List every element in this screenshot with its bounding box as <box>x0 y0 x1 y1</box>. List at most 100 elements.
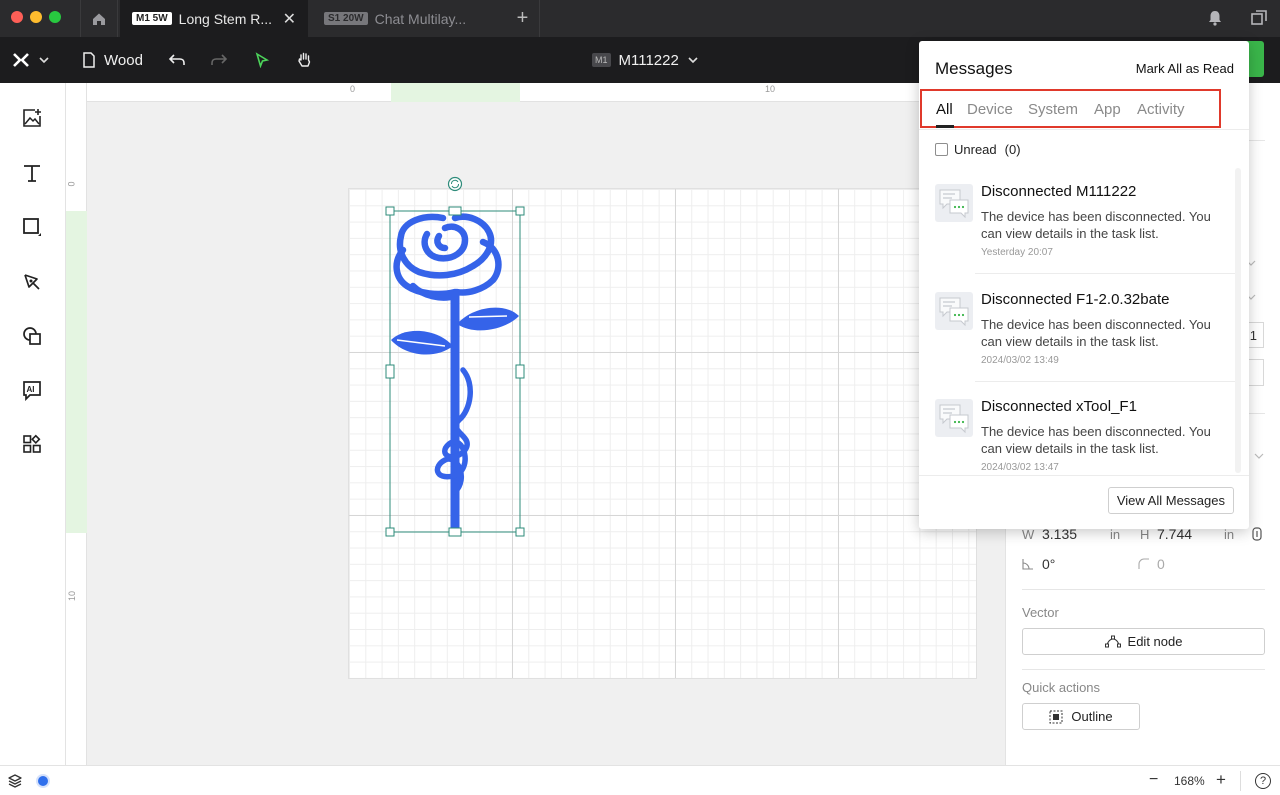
view-all-messages-button[interactable]: View All Messages <box>1107 487 1234 514</box>
message-divider <box>975 381 1235 382</box>
shapes-icon <box>23 327 41 345</box>
undo-button[interactable] <box>168 37 186 83</box>
redo-icon <box>211 54 228 65</box>
ai-tool-button[interactable]: AI <box>18 376 46 404</box>
new-tab-button[interactable]: + <box>506 0 540 37</box>
zoom-out-button[interactable]: − <box>1149 771 1158 789</box>
messages-popup: Messages Mark All as Read All Device Sys… <box>919 41 1249 529</box>
message-item[interactable]: Disconnected M111222 The device has been… <box>919 177 1235 284</box>
zoom-in-button[interactable]: + <box>1216 770 1226 790</box>
shape-tool-button[interactable] <box>18 213 46 241</box>
rotate-handle-icon[interactable] <box>447 176 463 192</box>
rose-design[interactable] <box>383 174 529 538</box>
home-button[interactable] <box>80 0 118 37</box>
active-tab-indicator <box>936 125 954 128</box>
device-model-badge: M1 <box>592 53 611 67</box>
undo-icon <box>168 54 185 65</box>
close-tab-icon[interactable]: ✕ <box>283 9 296 29</box>
pen-icon <box>24 274 40 290</box>
message-title: Disconnected xTool_F1 <box>981 398 1137 415</box>
tab-long-stem-rose[interactable]: M1 5W Long Stem R... ✕ <box>120 0 308 37</box>
apps-button[interactable] <box>18 430 46 458</box>
tab-chat-multilayer[interactable]: S1 20W Chat Multilay... <box>312 0 504 37</box>
ruler-mark: 0 <box>66 181 77 187</box>
project-name-button[interactable]: Wood <box>82 37 143 83</box>
image-tool-button[interactable] <box>18 104 46 132</box>
messages-scrollbar[interactable] <box>1235 168 1241 473</box>
connection-status-dot[interactable] <box>36 774 50 788</box>
ruler-vertical: 0 10 <box>66 83 87 765</box>
shapes-library-button[interactable] <box>18 322 46 350</box>
edit-node-label: Edit node <box>1127 634 1183 649</box>
title-bar: M1 5W Long Stem R... ✕ S1 20W Chat Multi… <box>0 0 1280 37</box>
pan-tool-button[interactable] <box>296 37 314 83</box>
outline-icon <box>1049 710 1063 723</box>
chevron-down-icon[interactable] <box>1254 451 1264 461</box>
corner-radius-value[interactable]: 0 <box>1157 556 1165 572</box>
design-canvas[interactable] <box>87 102 1005 765</box>
panel-divider <box>1022 589 1265 590</box>
pen-tool-button[interactable] <box>18 268 46 296</box>
tabs-divider <box>919 129 1249 130</box>
rotation-value[interactable]: 0° <box>1042 556 1055 572</box>
chat-bubble-icon <box>935 292 973 330</box>
text-tool-button[interactable] <box>18 159 46 187</box>
chat-bubble-icon <box>935 399 973 437</box>
select-tool-button[interactable] <box>254 37 270 83</box>
ruler-mark: 10 <box>67 590 78 602</box>
redo-button[interactable] <box>210 37 228 83</box>
device-selector[interactable]: M1 M111222 <box>592 37 699 83</box>
maximize-window-button[interactable] <box>49 11 61 23</box>
app-menu-button[interactable] <box>12 37 50 83</box>
svg-text:AI: AI <box>27 385 35 394</box>
message-divider <box>975 273 1235 274</box>
hand-icon <box>298 52 311 67</box>
chevron-down-icon <box>39 57 49 64</box>
text-icon <box>24 165 40 182</box>
outline-button[interactable]: Outline <box>1022 703 1140 730</box>
square-icon <box>23 218 41 236</box>
ruler-selection-highlight <box>391 83 520 102</box>
project-name: Wood <box>104 51 143 69</box>
bell-icon[interactable] <box>1206 9 1224 27</box>
minimize-window-button[interactable] <box>30 11 42 23</box>
grid-line <box>675 189 676 678</box>
ruler-mark: 0 <box>350 84 356 94</box>
status-divider <box>1240 771 1241 791</box>
corner-radius-icon <box>1138 558 1149 569</box>
tab-title: Chat Multilay... <box>374 10 467 27</box>
windows-icon[interactable] <box>1250 9 1268 27</box>
tab-device-badge: M1 5W <box>132 12 172 25</box>
quick-actions-label: Quick actions <box>1022 680 1101 695</box>
device-name: M111222 <box>618 51 679 69</box>
home-icon <box>93 13 105 25</box>
close-window-button[interactable] <box>11 11 23 23</box>
vector-section-label: Vector <box>1022 605 1059 620</box>
chevron-down-icon <box>688 57 698 64</box>
status-bar: − 168% + ? <box>0 765 1280 795</box>
unread-filter[interactable]: Unread (0) <box>935 142 1021 157</box>
messages-title: Messages <box>935 59 1013 78</box>
message-item[interactable]: Disconnected xTool_F1 The device has bee… <box>919 392 1235 474</box>
rotation-angle-icon <box>1022 559 1033 570</box>
unread-checkbox[interactable] <box>935 143 948 156</box>
lock-ratio-icon[interactable] <box>1252 527 1262 541</box>
mark-all-read-button[interactable]: Mark All as Read <box>1136 61 1234 76</box>
tab-system[interactable]: System <box>1028 101 1078 118</box>
help-button[interactable]: ? <box>1255 773 1271 789</box>
zoom-level[interactable]: 168% <box>1174 774 1205 788</box>
tab-device[interactable]: Device <box>967 101 1013 118</box>
message-item[interactable]: Disconnected F1-2.0.32bate The device ha… <box>919 285 1235 392</box>
tab-activity[interactable]: Activity <box>1137 101 1185 118</box>
width-unit: in <box>1110 527 1121 542</box>
message-body: The device has been disconnected. You ca… <box>981 317 1211 349</box>
edit-node-button[interactable]: Edit node <box>1022 628 1265 655</box>
cursor-arrow-icon <box>255 52 270 68</box>
tab-app[interactable]: App <box>1094 101 1121 118</box>
message-title: Disconnected M111222 <box>981 183 1137 200</box>
layers-icon[interactable] <box>7 773 23 789</box>
unread-count: (0) <box>1004 142 1021 157</box>
panel-divider <box>1022 669 1265 670</box>
message-title: Disconnected F1-2.0.32bate <box>981 291 1170 308</box>
tab-all[interactable]: All <box>936 101 953 118</box>
